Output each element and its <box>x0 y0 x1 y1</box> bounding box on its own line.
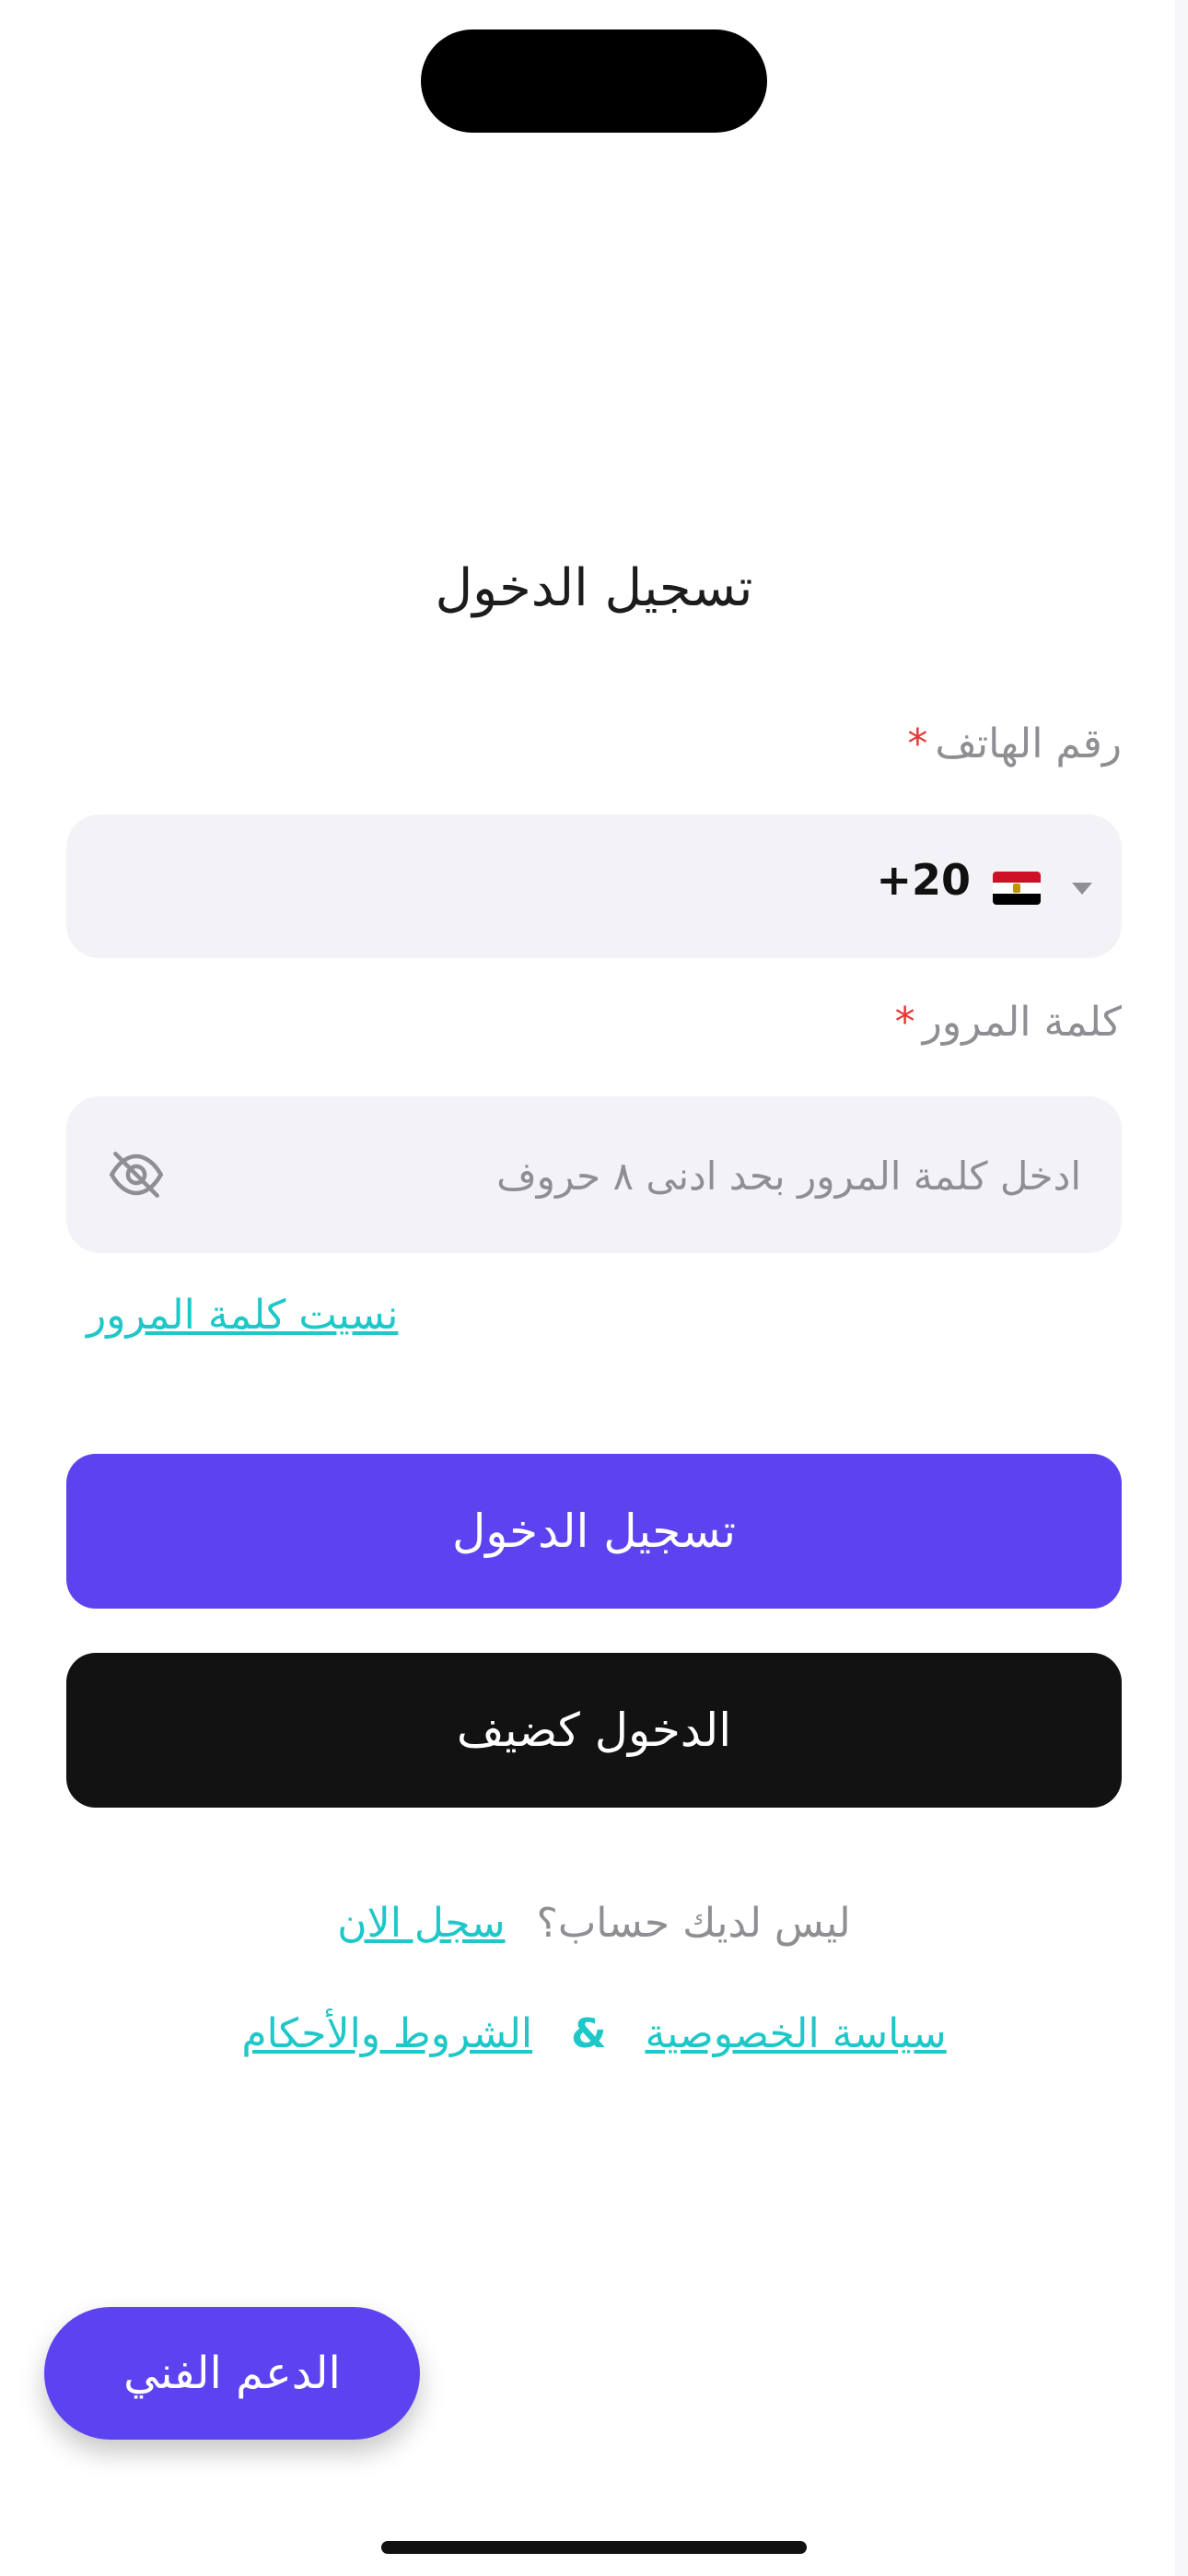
guest-login-button[interactable]: الدخول كضيف <box>66 1653 1122 1808</box>
required-mark: * <box>907 720 928 767</box>
password-label-text: كلمة المرور <box>922 999 1122 1046</box>
chevron-down-icon[interactable] <box>1072 883 1092 895</box>
dynamic-island <box>421 29 767 133</box>
support-button[interactable]: الدعم الفني <box>44 2307 420 2440</box>
terms-link[interactable]: الشروط والأحكام <box>241 2010 532 2057</box>
signup-link[interactable]: سجل الان <box>337 1900 505 1947</box>
forgot-password-link[interactable]: نسيت كلمة المرور <box>87 1292 398 1339</box>
signup-question: ليس لديك حساب؟ <box>536 1900 851 1947</box>
required-mark: * <box>894 999 915 1046</box>
password-label: كلمة المرور* <box>895 999 1122 1046</box>
legal-row: سياسة الخصوصية & الشروط والأحكام <box>0 2010 1188 2057</box>
phone-label-text: رقم الهاتف <box>935 720 1122 767</box>
legal-separator: & <box>571 2010 607 2057</box>
page-title: تسجيل الدخول <box>435 558 753 618</box>
phone-label: رقم الهاتف* <box>907 720 1122 767</box>
home-indicator <box>381 2541 807 2554</box>
password-input[interactable] <box>214 1096 1083 1255</box>
signup-row: ليس لديك حساب؟ سجل الان <box>0 1900 1188 1947</box>
privacy-policy-link[interactable]: سياسة الخصوصية <box>646 2010 947 2057</box>
phone-field[interactable]: +20 <box>66 814 1122 958</box>
scrollbar-track <box>1175 0 1188 2576</box>
eye-off-icon[interactable] <box>107 1145 166 1204</box>
dial-code: +20 <box>876 855 971 905</box>
egypt-flag-icon[interactable] <box>993 872 1041 905</box>
login-button[interactable]: تسجيل الدخول <box>66 1454 1122 1609</box>
password-field[interactable] <box>66 1096 1122 1255</box>
